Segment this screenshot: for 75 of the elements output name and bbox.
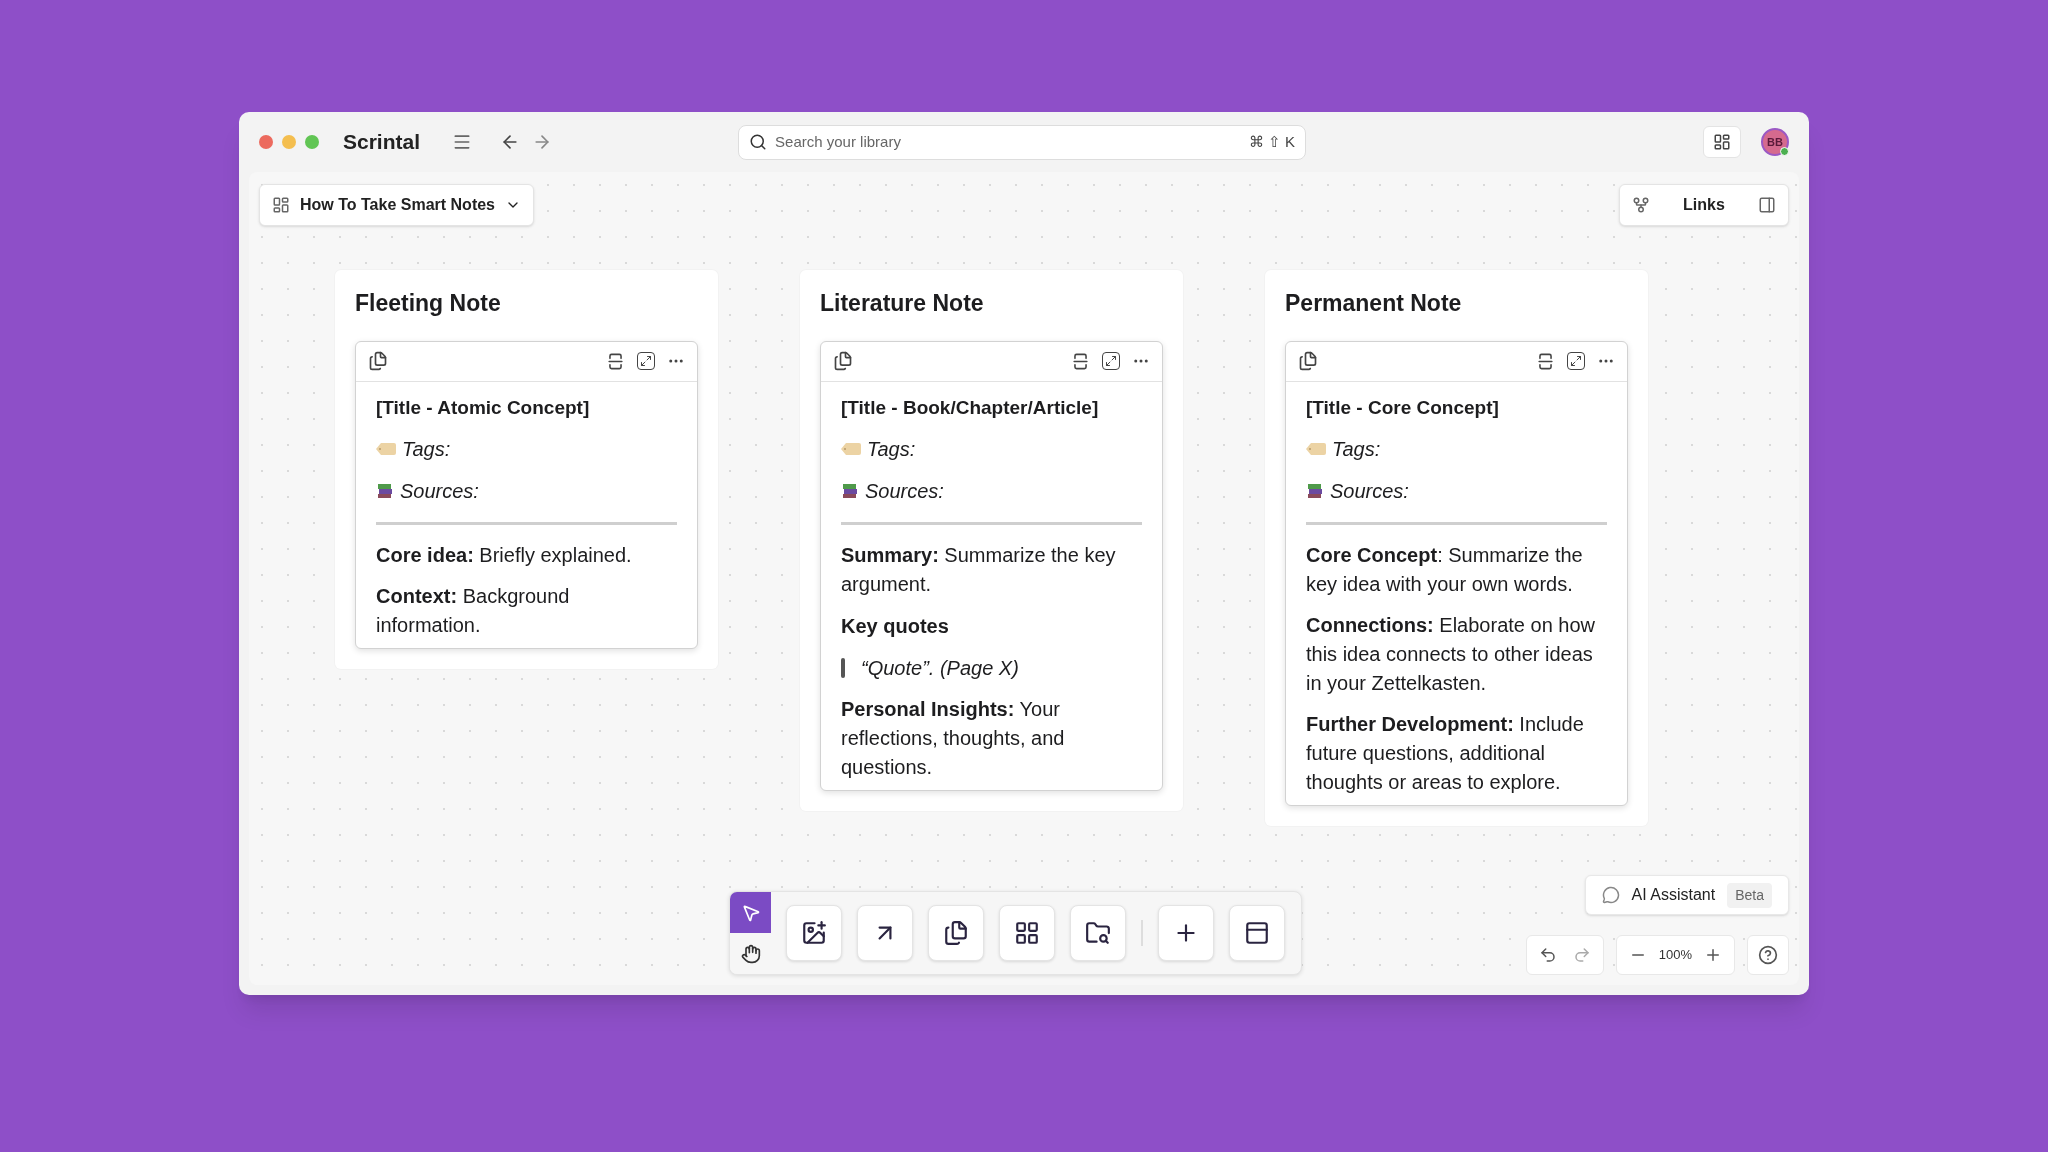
tags-label: Tags: [1332, 437, 1381, 462]
add-widget-button[interactable] [1703, 126, 1741, 158]
note-heading: Key quotes [841, 614, 950, 639]
card-icon [833, 351, 853, 371]
new-card-button[interactable] [786, 905, 842, 961]
shortcut-hint: ⌘ ⇧ K [1248, 131, 1296, 152]
sources-label: Sources: [400, 479, 479, 504]
note-paragraph: Core Concept: Summarize the key idea with your own words. [1306, 543, 1584, 597]
books-icon [1306, 482, 1324, 500]
select-mode-button[interactable] [730, 892, 771, 933]
beta-badge: Beta [1727, 882, 1772, 908]
card-icon [368, 351, 388, 371]
ai-assistant-button[interactable]: AI Assistant Beta [1584, 875, 1789, 915]
tags-label: Tags: [402, 437, 451, 462]
zoom-level: 100% [1658, 946, 1692, 965]
section-title: Literature Note [820, 289, 985, 318]
links-label: Links [1683, 195, 1725, 215]
card-icon [1298, 351, 1318, 371]
tag-icon [1306, 443, 1326, 455]
collapse-icon[interactable] [606, 351, 625, 371]
tags-label: Tags: [867, 437, 916, 462]
cards-icon [943, 920, 969, 946]
sources-label: Sources: [865, 479, 944, 504]
widgets-icon [1713, 133, 1731, 151]
undo-icon[interactable] [1538, 946, 1557, 964]
note-card[interactable]: [Title - Atomic Concept] Tags: Sources: Core idea: Briefly explained. Context: Background information. [355, 340, 698, 649]
board-icon [272, 196, 290, 214]
note-quote: “Quote”. (Page X) [861, 656, 1019, 681]
collapse-icon[interactable] [1071, 351, 1090, 371]
search-field[interactable]: Search your library ⌘ ⇧ K [738, 124, 1307, 160]
board-selector[interactable]: How To Take Smart Notes [259, 184, 534, 226]
expand-icon[interactable] [1567, 352, 1585, 370]
hand-icon [740, 943, 761, 964]
folder-search-icon [1085, 920, 1111, 946]
section-title: Fleeting Note [355, 289, 502, 318]
note-paragraph: Further Development: Include future questions, additional thoughts or areas to explore. [1306, 712, 1585, 795]
books-icon [841, 482, 859, 500]
ai-assistant-label: AI Assistant [1631, 885, 1716, 905]
collapse-icon[interactable] [1536, 351, 1555, 371]
note-paragraph: Connections: Elaborate on how this idea connects to other ideas in your Zettelkasten. [1306, 613, 1596, 696]
hand-mode-button[interactable] [730, 933, 771, 974]
note-paragraph: Core idea: Briefly explained. [376, 543, 633, 568]
books-icon [376, 482, 394, 500]
zoom-in-icon[interactable] [1704, 946, 1722, 964]
expand-icon[interactable] [637, 352, 655, 370]
help-icon[interactable] [1758, 945, 1778, 965]
search-icon [749, 133, 768, 151]
links-panel[interactable]: Links [1619, 184, 1789, 226]
user-avatar[interactable]: BB [1761, 128, 1789, 156]
layout-icon [1244, 920, 1270, 946]
note-title: [Title - Core Concept] [1306, 395, 1500, 420]
search-input[interactable]: Search your library [775, 130, 1241, 154]
note-title: [Title - Atomic Concept] [376, 395, 591, 420]
cards-button[interactable] [928, 905, 984, 961]
arrow-tool-button[interactable] [857, 905, 913, 961]
expand-icon[interactable] [1102, 352, 1120, 370]
note-paragraph: Personal Insights: Your reflections, thoughts, and questions. [841, 697, 1066, 780]
grid-button[interactable] [999, 905, 1055, 961]
note-title: [Title - Book/Chapter/Article] [841, 395, 1100, 420]
grid-icon [1014, 920, 1040, 946]
image-plus-icon [801, 920, 827, 946]
app-title: Scrintal [343, 129, 421, 156]
note-card[interactable]: [Title - Book/Chapter/Article] Tags: Sources: Summary: Summarize the key argument. Key quotes “Quote”. (Page X) Personal Insights: Your reflections, thoughts, and questions. [820, 340, 1163, 791]
folder-search-button[interactable] [1070, 905, 1126, 961]
note-paragraph: Context: Background information. [376, 584, 571, 638]
links-icon [1632, 196, 1650, 214]
panel-icon[interactable] [1758, 196, 1776, 214]
tag-icon [841, 443, 861, 455]
section-title: Permanent Note [1285, 289, 1463, 318]
note-card[interactable] [1285, 340, 1628, 806]
layout-button[interactable] [1229, 905, 1285, 961]
tag-icon [376, 443, 396, 455]
sources-label: Sources: [1330, 479, 1409, 504]
chat-icon [1601, 886, 1620, 904]
note-paragraph: Summary: Summarize the key argument. [841, 543, 1117, 597]
